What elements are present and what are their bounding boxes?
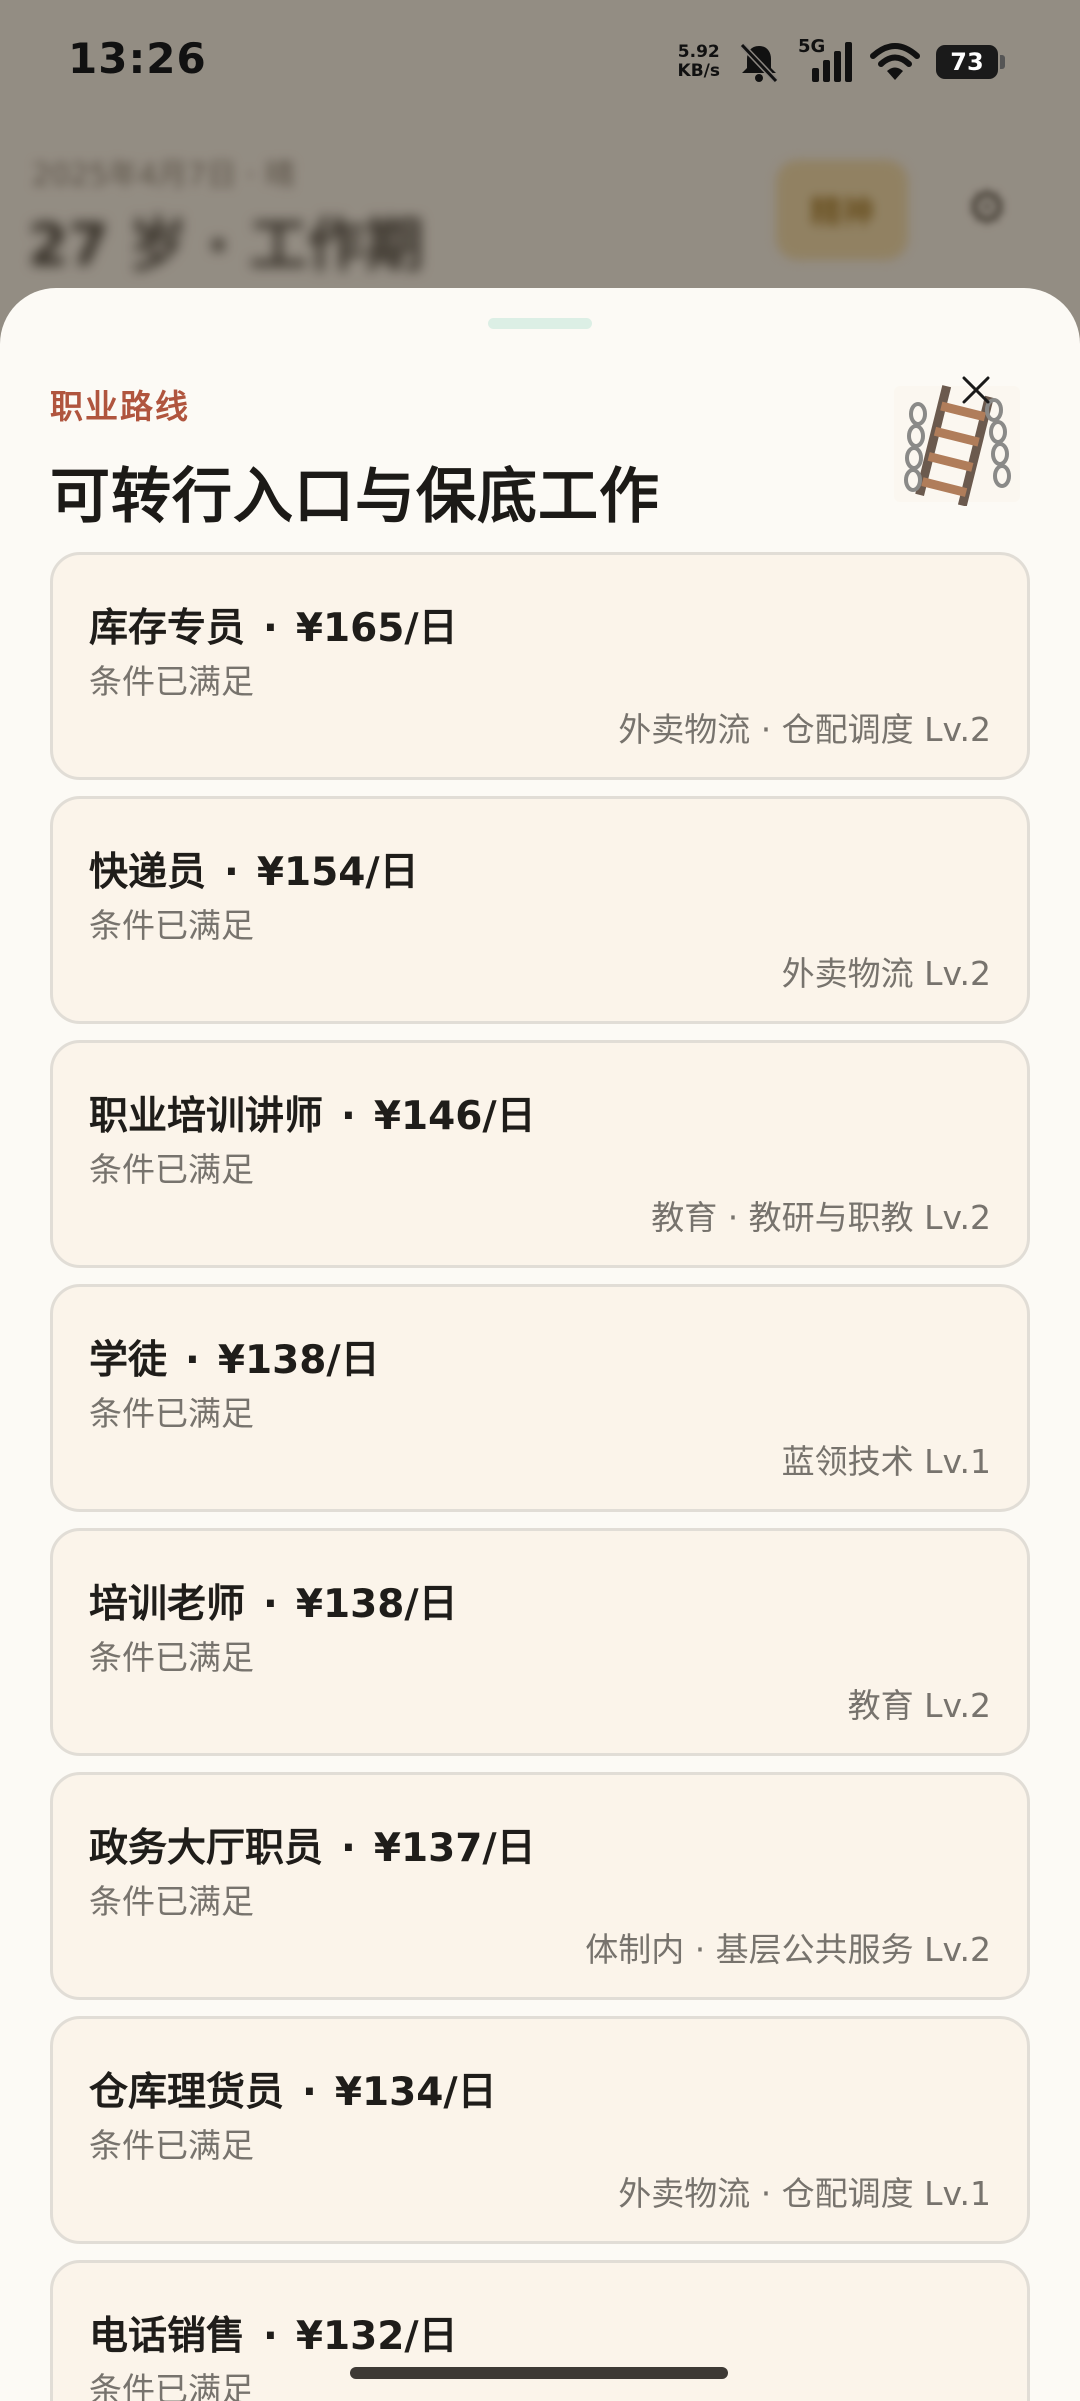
job-wage: ¥137/日 [373, 1826, 536, 1871]
job-name: 学徒 [89, 1338, 168, 1383]
job-separator: · [185, 1338, 200, 1383]
job-separator: · [224, 850, 239, 895]
job-wage: ¥138/日 [217, 1338, 380, 1383]
job-heading: 职业培训讲师 · ¥146/日 [89, 1085, 536, 1141]
network-speed-value: 5.92 [677, 42, 720, 62]
status-icons: 5.92 KB/s 5G 73 [678, 36, 1006, 88]
job-status: 条件已满足 [89, 2126, 254, 2165]
job-card[interactable]: 学徒 · ¥138/日 条件已满足 蓝领技术 Lv.1 [50, 1284, 1030, 1512]
job-industry-tag: 体制内 · 基层公共服务 Lv.2 [585, 1930, 991, 1969]
job-status: 条件已满足 [89, 1882, 254, 1921]
sheet-title: 可转行入口与保底工作 [50, 462, 660, 532]
battery-indicator: 73 [936, 44, 1006, 80]
job-heading: 政务大厅职员 · ¥137/日 [89, 1817, 536, 1873]
job-separator: · [263, 2314, 278, 2359]
job-separator: · [263, 606, 278, 651]
cellular-signal: 5G [798, 36, 854, 84]
job-heading: 培训老师 · ¥138/日 [89, 1573, 458, 1629]
job-name: 仓库理货员 [89, 2070, 285, 2115]
job-status: 条件已满足 [89, 1394, 254, 1433]
job-industry-tag: 外卖物流 · 仓配调度 Lv.1 [618, 2174, 991, 2213]
job-wage: ¥146/日 [373, 1094, 536, 1139]
job-card[interactable]: 政务大厅职员 · ¥137/日 条件已满足 体制内 · 基层公共服务 Lv.2 [50, 1772, 1030, 2000]
sheet-drag-handle[interactable] [488, 318, 592, 329]
status-time: 13:26 [68, 34, 207, 83]
network-speed: 5.92 KB/s [678, 43, 720, 81]
job-separator: · [302, 2070, 317, 2115]
job-status: 条件已满足 [89, 1638, 254, 1677]
home-indicator[interactable] [350, 2367, 728, 2379]
job-card[interactable]: 培训老师 · ¥138/日 条件已满足 教育 Lv.2 [50, 1528, 1030, 1756]
job-name: 库存专员 [89, 606, 246, 651]
job-status: 条件已满足 [89, 1150, 254, 1189]
job-heading: 库存专员 · ¥165/日 [89, 597, 458, 653]
job-industry-tag: 外卖物流 · 仓配调度 Lv.2 [618, 710, 991, 749]
job-name: 政务大厅职员 [89, 1826, 324, 1871]
battery-tip [1000, 55, 1005, 69]
signal-bars-icon [812, 42, 852, 82]
network-speed-unit: KB/s [677, 61, 720, 81]
job-industry-tag: 教育 Lv.2 [847, 1686, 991, 1725]
job-card[interactable]: 职业培训讲师 · ¥146/日 条件已满足 教育 · 教研与职教 Lv.2 [50, 1040, 1030, 1268]
job-name: 培训老师 [89, 1582, 246, 1627]
job-card[interactable]: 快递员 · ¥154/日 条件已满足 外卖物流 Lv.2 [50, 796, 1030, 1024]
job-status: 条件已满足 [89, 662, 254, 701]
job-heading: 仓库理货员 · ¥134/日 [89, 2061, 497, 2117]
job-wage: ¥165/日 [295, 606, 458, 651]
job-wage: ¥138/日 [295, 1582, 458, 1627]
job-industry-tag: 教育 · 教研与职教 Lv.2 [651, 1198, 991, 1237]
status-bar: 13:26 5.92 KB/s 5G 73 [0, 0, 1080, 126]
career-route-sheet: 职业路线 可转行入口与保底工作 库存专员 · ¥165/日 条件已满足 外卖物流… [0, 288, 1080, 2401]
close-icon [962, 376, 990, 404]
job-separator: · [263, 1582, 278, 1627]
job-industry-tag: 外卖物流 Lv.2 [781, 954, 991, 993]
job-industry-tag: 蓝领技术 Lv.1 [781, 1442, 991, 1481]
job-name: 电话销售 [89, 2314, 246, 2359]
job-wage: ¥132/日 [295, 2314, 458, 2359]
bell-muted-icon [739, 42, 779, 83]
job-heading: 学徒 · ¥138/日 [89, 1329, 380, 1385]
job-separator: · [341, 1826, 356, 1871]
wifi-icon [870, 43, 920, 80]
job-wage: ¥154/日 [256, 850, 419, 895]
job-card[interactable]: 电话销售 · ¥132/日 条件已满足 [50, 2260, 1030, 2401]
job-name: 职业培训讲师 [89, 1094, 324, 1139]
job-heading: 快递员 · ¥154/日 [89, 841, 419, 897]
job-status: 条件已满足 [89, 2370, 254, 2401]
battery-level: 73 [936, 45, 998, 79]
job-status: 条件已满足 [89, 906, 254, 945]
job-name: 快递员 [89, 850, 207, 895]
job-separator: · [341, 1094, 356, 1139]
job-card[interactable]: 仓库理货员 · ¥134/日 条件已满足 外卖物流 · 仓配调度 Lv.1 [50, 2016, 1030, 2244]
job-heading: 电话销售 · ¥132/日 [89, 2305, 458, 2361]
close-button[interactable] [952, 366, 1000, 414]
job-card[interactable]: 库存专员 · ¥165/日 条件已满足 外卖物流 · 仓配调度 Lv.2 [50, 552, 1030, 780]
job-wage: ¥134/日 [334, 2070, 497, 2115]
sheet-eyebrow: 职业路线 [50, 387, 190, 426]
job-list: 库存专员 · ¥165/日 条件已满足 外卖物流 · 仓配调度 Lv.2 快递员 · ¥… [50, 552, 1030, 2401]
